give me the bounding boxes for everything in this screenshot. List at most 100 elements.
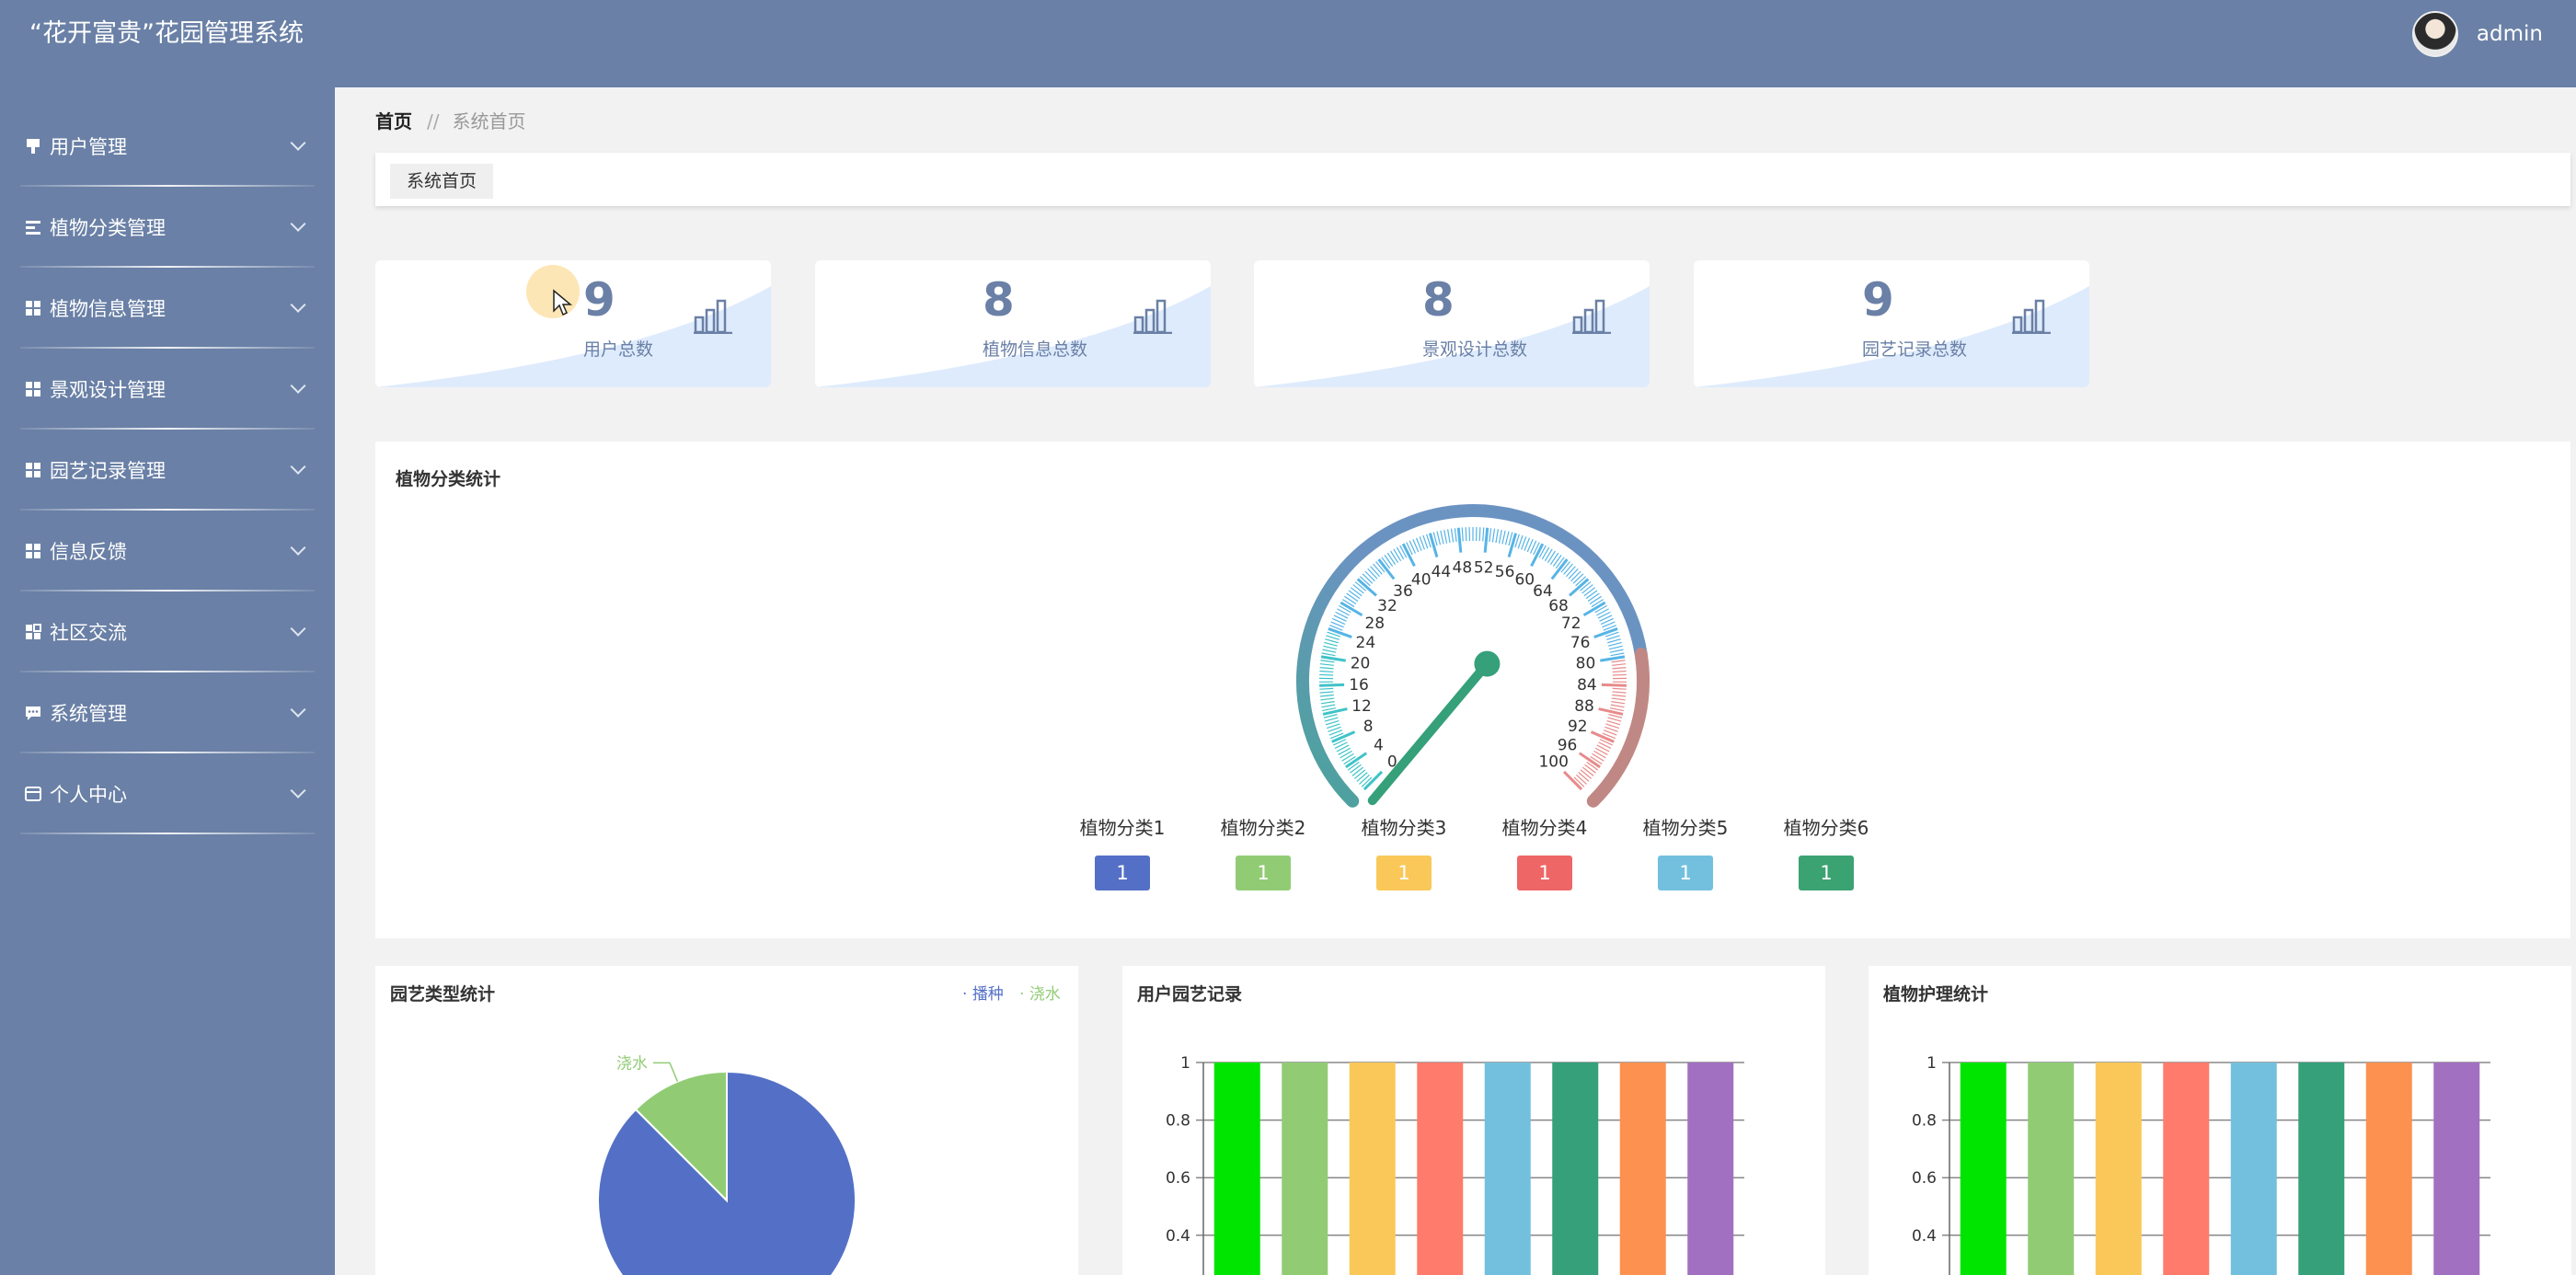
category-label: 植物分类2 [1220, 817, 1306, 839]
gauge-tick [1583, 587, 1596, 597]
gauge-tick-label: 8 [1363, 718, 1374, 736]
gauge-tick [1350, 764, 1362, 774]
gauge-tick-label: 72 [1561, 615, 1581, 633]
gauge-tick [1396, 546, 1405, 560]
bar-chart-icon [1572, 299, 1611, 334]
bar [2095, 1062, 2142, 1275]
gauge-tick [1319, 687, 1334, 690]
sidebar-item-plant-category[interactable]: 植物分类管理 [0, 187, 335, 268]
sidebar-item-user-management[interactable]: 用户管理 [0, 106, 335, 187]
tab-home[interactable]: 系统首页 [390, 164, 494, 199]
sidebar-item-label: 园艺记录管理 [50, 460, 166, 482]
gauge-tick-label: 76 [1570, 634, 1591, 652]
pie-label: 浇水 [616, 1054, 648, 1073]
gauge-tick-label: 68 [1548, 597, 1569, 615]
gauge-tick [1319, 663, 1334, 666]
gauge-tick [1377, 558, 1396, 580]
gauge-tick [1352, 584, 1364, 594]
gauge-tick [1578, 752, 1601, 769]
avatar[interactable] [2411, 11, 2458, 57]
gauge-tick [1362, 573, 1374, 584]
chevron-down-icon [290, 215, 306, 232]
bar [2433, 1062, 2480, 1275]
gauge-chart: 0481216202428323640 44 48 52 56 6064687276808… [1296, 504, 1650, 808]
bar [2230, 1062, 2277, 1275]
cursor-icon [553, 289, 573, 316]
gauge-tick-label: 28 [1364, 615, 1385, 633]
gauge-tick-label: 88 [1574, 697, 1594, 716]
gauge-tick [1585, 590, 1598, 600]
sidebar-item-label: 景观设计管理 [50, 379, 166, 401]
bar-chart-icon [694, 299, 732, 334]
bar-chart-icon [1133, 299, 1172, 334]
gauge-tick [1319, 666, 1334, 670]
sidebar-item-system[interactable]: 系统管理 [0, 672, 335, 753]
sidebar-item-label: 用户管理 [50, 136, 127, 158]
gauge-tick [1482, 527, 1485, 542]
gauge-tick [1428, 533, 1439, 557]
chevron-down-icon [290, 539, 306, 556]
bar [1213, 1062, 1260, 1275]
gauge-tick [1611, 701, 1626, 705]
gauge-tick-label: 44 [1432, 563, 1452, 581]
y-tick-label: 0.4 [1912, 1227, 1937, 1246]
sidebar-item-label: 系统管理 [50, 703, 127, 725]
app-title: “花开富贵”花园管理系统 [29, 19, 304, 48]
gauge-tick-label: 100 [1538, 753, 1568, 772]
sidebar-item-plant-info[interactable]: 植物信息管理 [0, 268, 335, 349]
gauge-tick-label: 20 [1351, 655, 1371, 673]
gauge-tick [1461, 527, 1464, 542]
gauge-tick-label: 16 [1349, 676, 1369, 695]
gauge-tick [1356, 578, 1377, 597]
gauge-tick-label: 52 [1474, 559, 1494, 578]
gauge-tick-label: 40 [1411, 571, 1432, 590]
gauge-tick [1326, 635, 1340, 640]
grid-icon [26, 382, 40, 396]
category-label: 植物分类4 [1501, 817, 1588, 839]
pie-label-line [653, 1062, 679, 1082]
gauge-tick [1353, 769, 1366, 779]
gauge-tick [1612, 691, 1627, 694]
gauge-tick [1550, 558, 1569, 580]
y-tick-label: 0.6 [1912, 1169, 1937, 1188]
sidebar-item-personal-center[interactable]: 个人中心 [0, 753, 335, 834]
gardening-type-panel: 园艺类型统计 · 播种 · 浇水 浇水 [375, 966, 1078, 1275]
sidebar-item-gardening-record[interactable]: 园艺记录管理 [0, 430, 335, 511]
sidebar-item-feedback[interactable]: 信息反馈 [0, 511, 335, 592]
y-tick-label: 0.4 [1166, 1227, 1190, 1246]
user-name[interactable]: admin [2477, 22, 2543, 46]
pin-icon [27, 139, 40, 154]
gauge-tick [1504, 531, 1510, 546]
gauge-tick [1572, 573, 1584, 584]
gauge-tick [1593, 750, 1606, 759]
gauge-tick [1576, 774, 1587, 785]
gauge-tick [1612, 673, 1627, 676]
gauge-tick [1443, 529, 1448, 544]
sidebar-item-community[interactable]: 社区交流 [0, 592, 335, 672]
sidebar-item-landscape-design[interactable]: 景观设计管理 [0, 349, 335, 430]
gauge-tick [1322, 649, 1337, 653]
y-tick-label: 0.8 [1166, 1112, 1190, 1131]
gauge-tick [1608, 641, 1622, 647]
gauge-tick [1489, 528, 1492, 543]
gauge-tick [1436, 531, 1442, 546]
bar-chart: 1 0.8 0.6 0.4 [1166, 1054, 1744, 1275]
gauge-tick [1544, 548, 1553, 562]
breadcrumb-home[interactable]: 首页 [375, 110, 412, 132]
category-label: 植物分类1 [1079, 817, 1166, 839]
gauge-tick [1350, 587, 1363, 597]
gauge-tick [1592, 752, 1604, 762]
gauge-tick [1565, 566, 1576, 578]
gauge-tick [1612, 687, 1627, 690]
category-value-badge: 1 [1658, 856, 1713, 890]
bar [1687, 1062, 1734, 1275]
gauge-tick [1594, 747, 1608, 755]
gauge-tick [1610, 652, 1625, 657]
user-menu[interactable]: admin [2411, 11, 2543, 57]
gauge-tick [1323, 645, 1338, 650]
chevron-down-icon [290, 782, 306, 798]
sidebar-item-label: 社区交流 [50, 622, 127, 644]
gauge-tick [1562, 770, 1583, 791]
bar [2365, 1062, 2412, 1275]
chevron-down-icon [290, 377, 306, 394]
